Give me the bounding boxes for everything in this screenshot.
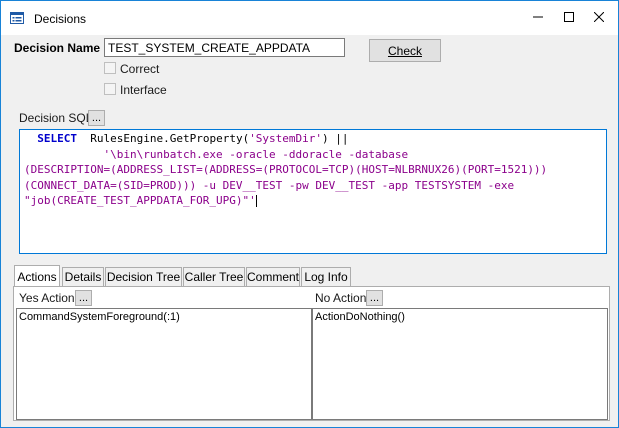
maximize-button[interactable] xyxy=(554,5,584,31)
close-icon xyxy=(593,11,605,25)
decision-sql-label: Decision SQL xyxy=(19,111,93,125)
list-item[interactable]: CommandSystemForeground(:1) xyxy=(19,311,309,323)
yes-action-label: Yes Action xyxy=(19,291,75,305)
yes-action-list[interactable]: CommandSystemForeground(:1) xyxy=(16,308,312,420)
tab-details[interactable]: Details xyxy=(62,267,104,286)
close-button[interactable] xyxy=(584,5,614,31)
tab-comment[interactable]: Comment xyxy=(246,267,300,286)
minimize-button[interactable] xyxy=(523,5,553,31)
title-bar[interactable]: Decisions xyxy=(1,1,618,35)
text-caret xyxy=(255,195,257,207)
tab-caller-tree[interactable]: Caller Tree xyxy=(183,267,245,286)
yes-action-ellipsis-button[interactable]: ... xyxy=(75,290,92,306)
tab-log-info[interactable]: Log Info xyxy=(301,267,351,286)
window-title: Decisions xyxy=(34,12,87,26)
sql-line-5-text: "job(CREATE_TEST_APPDATA_FOR_UPG)"' xyxy=(24,194,256,207)
no-action-label: No Action xyxy=(315,291,367,305)
sql-function-call: RulesEngine.GetProperty( xyxy=(77,132,250,145)
no-action-list[interactable]: ActionDoNothing() xyxy=(312,308,608,420)
sql-line-1: SELECT RulesEngine.GetProperty('SystemDi… xyxy=(24,131,602,147)
tab-actions[interactable]: Actions xyxy=(14,265,60,287)
decision-sql-editor[interactable]: SELECT RulesEngine.GetProperty('SystemDi… xyxy=(19,129,607,254)
minimize-icon xyxy=(533,11,543,25)
sql-line-2: '\bin\runbatch.exe -oracle -ddoracle -da… xyxy=(24,147,409,161)
interface-label: Interface xyxy=(120,83,167,97)
sql-string-systemdir: 'SystemDir' xyxy=(249,132,323,145)
decision-sql-ellipsis-button[interactable]: ... xyxy=(88,110,105,126)
actions-panel: Yes Action ... No Action ... CommandSyst… xyxy=(13,286,610,421)
list-item[interactable]: ActionDoNothing() xyxy=(315,311,605,323)
form-window-icon xyxy=(10,12,24,24)
check-button[interactable]: Check xyxy=(369,39,441,62)
sql-line-3: (DESCRIPTION=(ADDRESS_LIST=(ADDRESS=(PRO… xyxy=(24,163,548,176)
decision-name-label: Decision Name xyxy=(14,41,101,55)
decisions-window: Decisions Decision Name TEST_SYSTEM_CREA… xyxy=(0,0,619,428)
correct-label: Correct xyxy=(120,62,160,76)
sql-line-1-end: ) || xyxy=(322,132,349,145)
check-button-label: Check xyxy=(387,43,422,58)
tab-decision-tree[interactable]: Decision Tree xyxy=(105,267,182,286)
sql-line-4: (CONNECT_DATA=(SID=PROD))) -u DEV__TEST … xyxy=(24,178,515,192)
correct-checkbox[interactable] xyxy=(104,62,116,74)
sql-keyword-select: SELECT xyxy=(37,132,77,145)
decision-name-input[interactable]: TEST_SYSTEM_CREATE_APPDATA xyxy=(104,38,345,57)
interface-checkbox[interactable] xyxy=(104,83,116,95)
no-action-ellipsis-button[interactable]: ... xyxy=(366,290,383,306)
sql-line-5: "job(CREATE_TEST_APPDATA_FOR_UPG)"' xyxy=(24,193,602,209)
maximize-icon xyxy=(564,11,574,25)
